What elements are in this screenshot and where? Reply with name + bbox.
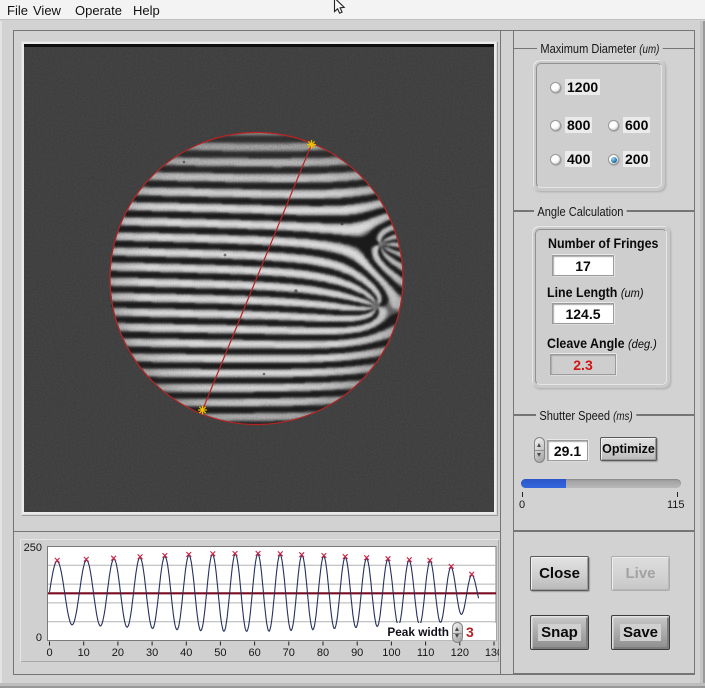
svg-text:90: 90 — [351, 647, 363, 659]
svg-text:10: 10 — [78, 647, 90, 659]
svg-text:Peak width: Peak width — [387, 625, 449, 639]
svg-text:30: 30 — [146, 647, 158, 659]
svg-text:70: 70 — [283, 647, 295, 659]
svg-text:50: 50 — [214, 647, 226, 659]
svg-text:0: 0 — [46, 647, 52, 659]
svg-text:110: 110 — [417, 647, 435, 659]
svg-text:3: 3 — [466, 624, 474, 640]
svg-text:130: 130 — [485, 647, 499, 659]
svg-text:0: 0 — [36, 632, 42, 644]
svg-text:250: 250 — [24, 542, 42, 554]
svg-text:60: 60 — [248, 647, 260, 659]
svg-text:120: 120 — [451, 647, 469, 659]
svg-text:20: 20 — [112, 647, 124, 659]
svg-text:80: 80 — [317, 647, 329, 659]
svg-text:100: 100 — [382, 647, 400, 659]
svg-text:40: 40 — [180, 647, 192, 659]
